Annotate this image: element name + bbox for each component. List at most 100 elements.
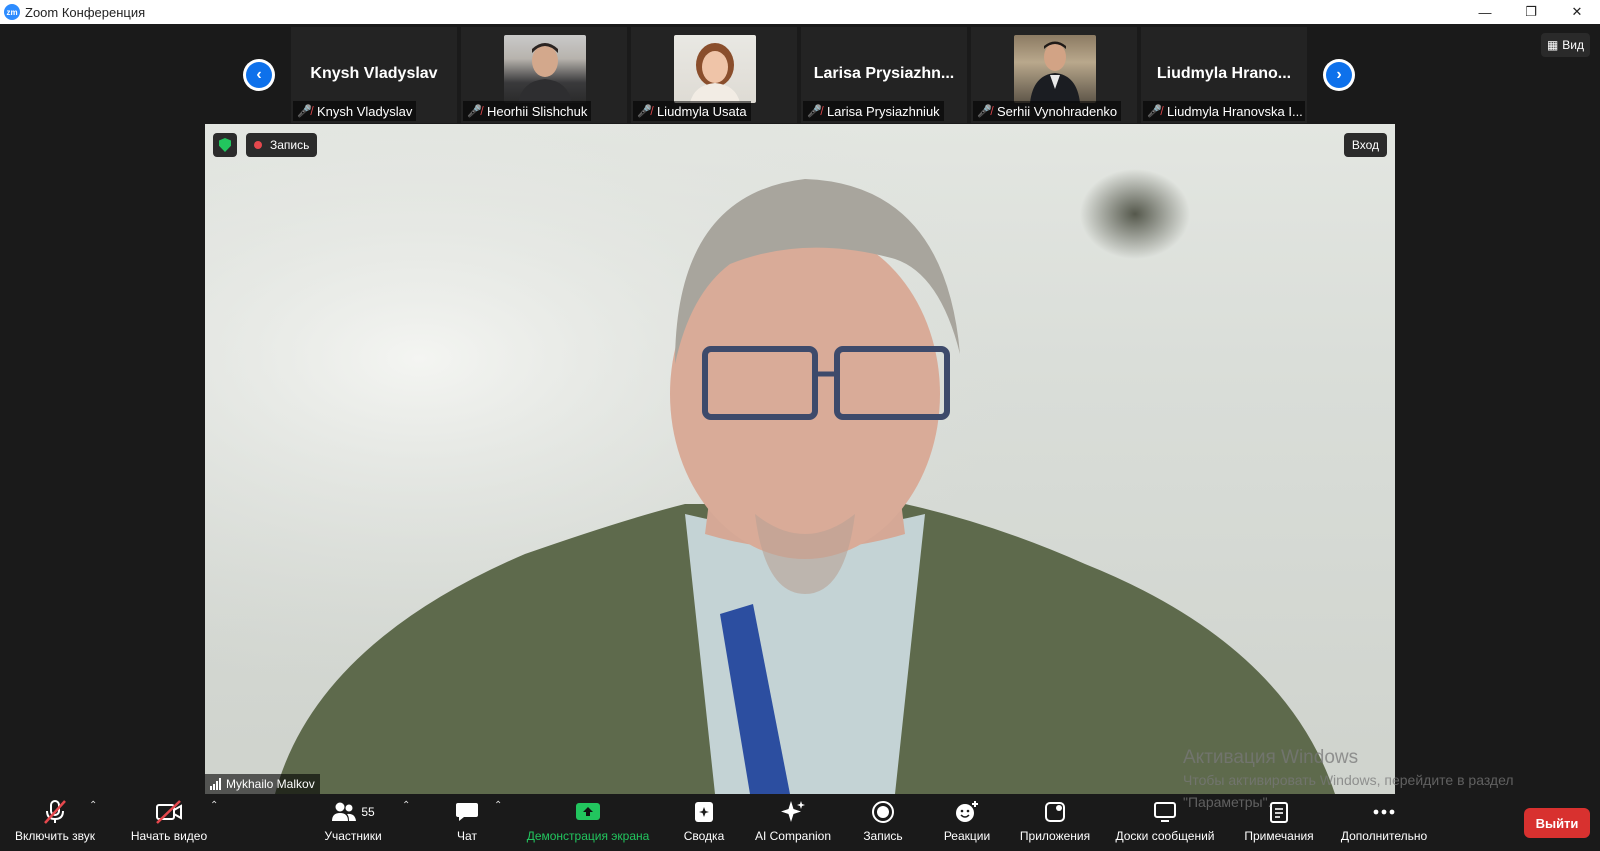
- reactions-button[interactable]: Реакции: [941, 794, 993, 851]
- windows-activation-text: Чтобы активировать Windows, перейдите в …: [1183, 772, 1514, 788]
- participant-name-large: Liudmyla Hrano...: [1156, 65, 1292, 82]
- apps-icon: [1044, 797, 1066, 827]
- chat-button[interactable]: Чат: [449, 794, 485, 851]
- participant-name: Liudmyla Usata: [656, 103, 747, 119]
- record-button[interactable]: Запись: [861, 794, 905, 851]
- participant-label: 🎤̸ Liudmyla Usata: [633, 101, 751, 121]
- share-screen-label: Демонстрация экрана: [526, 829, 650, 843]
- unmute-label: Включить звук: [14, 829, 96, 843]
- recording-label: Запись: [270, 138, 310, 152]
- participant-name-large: Larisa Prysiazhn...: [813, 65, 955, 82]
- participants-count: 55: [361, 805, 375, 819]
- mic-muted-icon: [42, 797, 68, 827]
- participants-options-caret-icon[interactable]: ⌃: [402, 800, 410, 811]
- participant-video: [1014, 35, 1096, 103]
- chevron-left-icon: ‹: [246, 62, 272, 88]
- participant-tile[interactable]: 🎤̸ Serhii Vynohradenko: [971, 27, 1137, 123]
- summary-button[interactable]: Сводка: [680, 794, 728, 851]
- gallery-next-button[interactable]: ›: [1323, 59, 1355, 91]
- chat-options-caret-icon[interactable]: ⌃: [494, 800, 502, 811]
- encryption-shield-icon[interactable]: [213, 133, 237, 157]
- meeting-toolbar: Включить звук ⌃ Начать видео ⌃ 55 Участн…: [0, 794, 1600, 851]
- participant-name-large: Knysh Vladyslav: [310, 65, 438, 82]
- participant-tile[interactable]: Knysh Vladyslav 🎤̸ Knysh Vladyslav: [291, 27, 457, 123]
- chat-label: Чат: [457, 829, 477, 843]
- mic-muted-icon: 🎤̸: [977, 104, 992, 118]
- record-label: Запись: [863, 829, 903, 843]
- ai-companion-label: AI Companion: [754, 829, 832, 843]
- title-bar: zm Zoom Конференция — ❐ ✕: [0, 0, 1600, 24]
- notes-label: Примечания: [1244, 829, 1314, 843]
- chevron-right-icon: ›: [1326, 62, 1352, 88]
- reactions-icon: [954, 797, 980, 827]
- more-dots-icon: [1372, 797, 1396, 827]
- participant-name: Larisa Prysiazhniuk: [826, 103, 940, 119]
- summary-label: Сводка: [683, 829, 725, 843]
- whiteboards-label: Доски сообщений: [1115, 829, 1215, 843]
- participant-label: 🎤̸ Larisa Prysiazhniuk: [803, 101, 944, 121]
- active-speaker-video: Запись Вход Mykhailo Malkov: [205, 124, 1395, 794]
- participant-video: [674, 35, 756, 103]
- ai-companion-button[interactable]: AI Companion: [752, 794, 834, 851]
- participant-tile[interactable]: Liudmyla Hrano... 🎤̸ Liudmyla Hranovska …: [1141, 27, 1307, 123]
- meeting-stage: ‹ Knysh Vladyslav 🎤̸ Knysh Vladyslav 🎤̸ …: [0, 24, 1600, 794]
- minimize-button[interactable]: —: [1462, 0, 1508, 24]
- start-video-button[interactable]: Начать видео: [127, 794, 211, 851]
- enter-button[interactable]: Вход: [1343, 133, 1387, 157]
- mic-muted-icon: 🎤̸: [637, 104, 652, 118]
- zoom-logo-icon: zm: [4, 4, 20, 20]
- audio-options-caret-icon[interactable]: ⌃: [89, 800, 97, 811]
- participants-icon-wrap: 55: [331, 797, 375, 827]
- sparkle-icon: [780, 797, 806, 827]
- participant-tile[interactable]: Larisa Prysiazhn... 🎤̸ Larisa Prysiazhni…: [801, 27, 967, 123]
- speaker-name: Mykhailo Malkov: [226, 777, 315, 791]
- mic-muted-icon: 🎤̸: [807, 104, 822, 118]
- participant-tile[interactable]: 🎤̸ Heorhii Slishchuk: [461, 27, 627, 123]
- unmute-button[interactable]: Включить звук: [10, 794, 100, 851]
- participants-label: Участники: [324, 829, 382, 843]
- speaker-name-tag: Mykhailo Malkov: [205, 774, 320, 794]
- view-button[interactable]: ▦ Вид: [1540, 33, 1590, 57]
- restore-button[interactable]: ❐: [1508, 0, 1554, 24]
- signal-strength-icon: [210, 778, 221, 790]
- participants-button[interactable]: 55 Участники: [318, 794, 388, 851]
- participant-video: [504, 35, 586, 103]
- view-label: Вид: [1562, 38, 1584, 52]
- apps-button[interactable]: Приложения: [1017, 794, 1093, 851]
- notes-icon: [1269, 797, 1289, 827]
- participant-name: Serhii Vynohradenko: [996, 103, 1118, 119]
- more-label: Дополнительно: [1340, 829, 1428, 843]
- share-screen-button[interactable]: Демонстрация экрана: [520, 794, 656, 851]
- mic-muted-icon: 🎤̸: [1147, 104, 1162, 118]
- windows-activation-text-2: "Параметры".: [1183, 794, 1272, 810]
- video-off-icon: [154, 797, 184, 827]
- summary-icon: [693, 797, 715, 827]
- participant-tile[interactable]: 🎤̸ Liudmyla Usata: [631, 27, 797, 123]
- participant-label: 🎤̸ Serhii Vynohradenko: [973, 101, 1122, 121]
- grid-icon: ▦: [1546, 38, 1559, 52]
- participant-label: 🎤̸ Liudmyla Hranovska I...: [1143, 101, 1305, 121]
- window-controls: — ❐ ✕: [1462, 0, 1600, 24]
- mic-muted-icon: 🎤̸: [297, 104, 312, 118]
- start-video-label: Начать видео: [130, 829, 208, 843]
- participants-icon: [332, 802, 357, 821]
- leave-button[interactable]: Выйти: [1524, 808, 1590, 838]
- apps-label: Приложения: [1019, 829, 1091, 843]
- record-icon: [871, 797, 895, 827]
- more-button[interactable]: Дополнительно: [1337, 794, 1431, 851]
- recording-indicator[interactable]: Запись: [246, 133, 318, 157]
- participant-name: Knysh Vladyslav: [316, 103, 413, 119]
- participant-name: Heorhii Slishchuk: [486, 103, 588, 119]
- video-options-caret-icon[interactable]: ⌃: [210, 800, 218, 811]
- participant-name: Liudmyla Hranovska I...: [1166, 103, 1303, 119]
- record-dot-icon: [254, 141, 262, 149]
- window-title: Zoom Конференция: [25, 4, 146, 20]
- reactions-label: Реакции: [943, 829, 991, 843]
- chat-icon: [455, 797, 479, 827]
- mic-muted-icon: 🎤̸: [467, 104, 482, 118]
- gallery-prev-button[interactable]: ‹: [243, 59, 275, 91]
- share-screen-icon: [575, 797, 601, 827]
- participant-label: 🎤̸ Knysh Vladyslav: [293, 101, 417, 121]
- windows-activation-title: Активация Windows: [1183, 747, 1359, 768]
- close-button[interactable]: ✕: [1554, 0, 1600, 24]
